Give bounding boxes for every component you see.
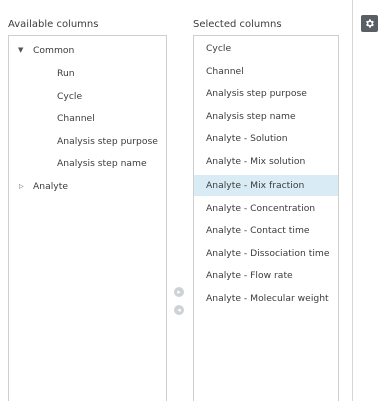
tree-group-analyte[interactable]: Analyte [33, 180, 68, 193]
available-columns-list[interactable]: ▼ Common Run Cycle Channel Analysis step… [8, 35, 167, 401]
gear-icon [366, 19, 374, 28]
selected-item-analyte-solution[interactable]: Analyte - Solution [194, 128, 338, 149]
selected-item-cycle[interactable]: Cycle [194, 38, 338, 59]
selected-item-analyte-mix-solution[interactable]: Analyte - Mix solution [194, 151, 338, 172]
arrow-left-circle-icon: ◂ [177, 306, 181, 314]
tree-item-run[interactable]: Run [57, 67, 75, 80]
tree-item-analysis-step-purpose[interactable]: Analysis step purpose [57, 135, 158, 148]
selected-item-analyte-mix-fraction[interactable]: Analyte - Mix fraction [194, 175, 338, 196]
column-chooser-dialog: Available columns Selected columns ▼ Com… [0, 0, 353, 401]
selected-item-analyte-flow-rate[interactable]: Analyte - Flow rate [194, 265, 338, 286]
selected-columns-list[interactable]: Cycle Channel Analysis step purpose Anal… [193, 35, 339, 401]
selected-item-analysis-step-purpose[interactable]: Analysis step purpose [194, 83, 338, 104]
selected-item-analysis-step-name[interactable]: Analysis step name [194, 106, 338, 127]
selected-columns-header: Selected columns [193, 19, 282, 30]
arrow-right-circle-icon: ▸ [177, 288, 181, 296]
tree-group-common[interactable]: Common [33, 44, 74, 57]
triangle-down-icon[interactable]: ▼ [18, 44, 23, 57]
selected-item-analyte-contact-time[interactable]: Analyte - Contact time [194, 220, 338, 241]
move-right-button[interactable]: ▸ [174, 287, 184, 297]
triangle-right-icon[interactable]: ▷ [19, 180, 24, 193]
selected-item-channel[interactable]: Channel [194, 61, 338, 82]
tree-item-analysis-step-name[interactable]: Analysis step name [57, 157, 147, 170]
available-columns-header: Available columns [8, 19, 99, 30]
tree-item-channel[interactable]: Channel [57, 112, 95, 125]
tree-item-cycle[interactable]: Cycle [57, 90, 82, 103]
move-left-button[interactable]: ◂ [174, 305, 184, 315]
selected-item-analyte-dissociation-time[interactable]: Analyte - Dissociation time [194, 243, 338, 264]
selected-item-analyte-molecular-weight[interactable]: Analyte - Molecular weight [194, 288, 338, 309]
settings-button[interactable] [361, 15, 378, 32]
selected-item-analyte-concentration[interactable]: Analyte - Concentration [194, 198, 338, 219]
